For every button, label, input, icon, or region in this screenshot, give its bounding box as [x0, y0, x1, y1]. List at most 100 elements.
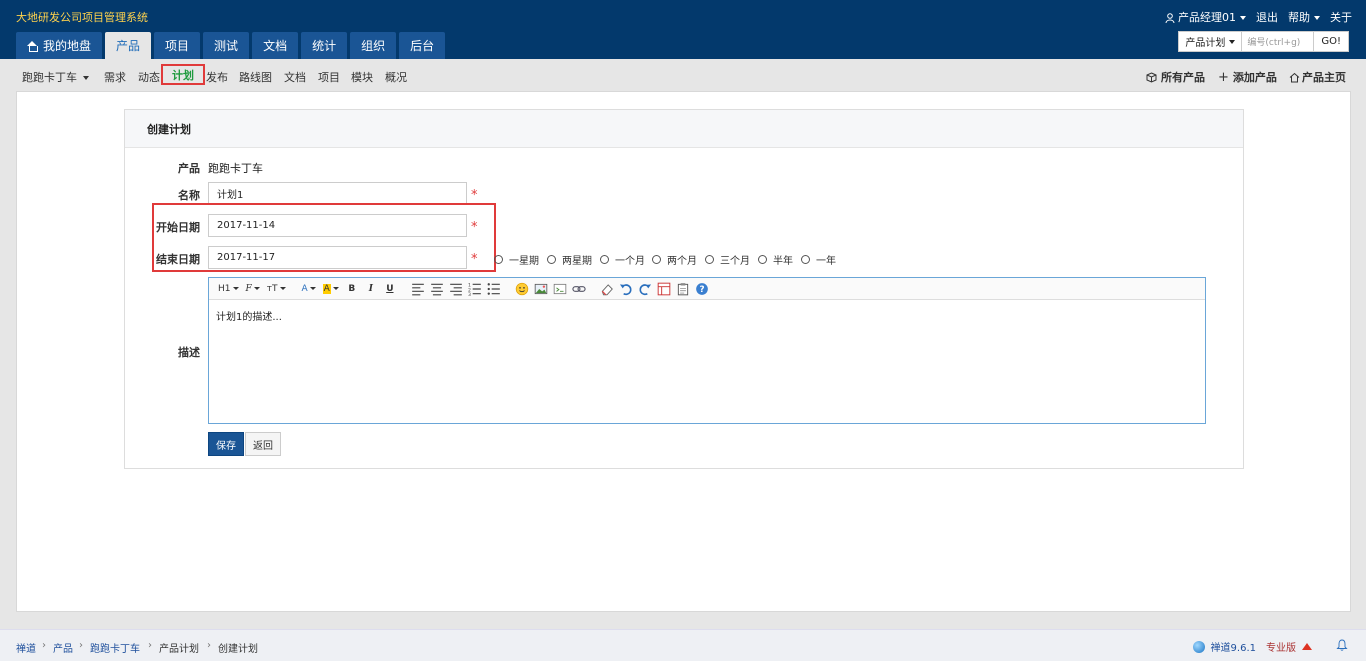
duration-three-months[interactable]: 三个月 — [705, 252, 750, 267]
subnav-release[interactable]: 发布 — [206, 69, 228, 85]
breadcrumb-separator-icon: › — [148, 640, 152, 651]
chevron-down-icon — [332, 287, 339, 290]
tab-doc[interactable]: 文档 — [252, 32, 299, 59]
save-button[interactable]: 保存 — [208, 432, 244, 456]
duration-two-weeks[interactable]: 两星期 — [547, 252, 592, 267]
font-family-label: F — [245, 283, 252, 294]
subnav-roadmap[interactable]: 路线图 — [239, 69, 272, 85]
embed-media-icon[interactable] — [552, 282, 568, 296]
version-text[interactable]: 禅道9.6.1 — [1211, 639, 1256, 654]
all-products-link[interactable]: 所有产品 — [1146, 69, 1205, 85]
duration-label: 两个月 — [667, 256, 697, 267]
italic-button[interactable]: I — [363, 282, 379, 296]
tab-admin[interactable]: 后台 — [399, 32, 446, 59]
tab-label: 我的地盘 — [43, 39, 92, 53]
main-nav: 我的地盘 产品 项目 测试 文档 统计 组织 后台 — [16, 32, 446, 59]
about-link[interactable]: 关于 — [1330, 9, 1352, 25]
undo-icon[interactable] — [618, 282, 634, 296]
eraser-icon[interactable] — [599, 282, 615, 296]
breadcrumb-product-name[interactable]: 跑跑卡丁车 — [90, 640, 140, 655]
radio-circle — [652, 255, 661, 264]
add-product-label: 添加产品 — [1232, 71, 1277, 84]
duration-label: 一个月 — [615, 256, 645, 267]
highlight-color-label: A — [322, 283, 331, 294]
duration-two-months[interactable]: 两个月 — [652, 252, 697, 267]
ordered-list-icon[interactable]: 123 — [467, 282, 483, 296]
duration-label: 两星期 — [562, 256, 592, 267]
breadcrumb-separator-icon: › — [79, 640, 83, 651]
upgrade-arrow-icon[interactable] — [1302, 643, 1312, 650]
highlight-color-button[interactable]: A — [321, 282, 341, 296]
align-left-icon[interactable] — [410, 282, 426, 296]
template-icon[interactable] — [656, 282, 672, 296]
duration-half-year[interactable]: 半年 — [758, 252, 793, 267]
heading-label: H1 — [218, 283, 231, 294]
bold-button[interactable]: B — [344, 282, 360, 296]
product-home-label: 产品主页 — [1302, 71, 1346, 84]
breadcrumb-product[interactable]: 产品 — [53, 640, 73, 655]
help-dropdown[interactable]: 帮助 — [1288, 9, 1320, 25]
home-icon — [1289, 72, 1300, 82]
plus-icon: + — [1218, 69, 1229, 85]
paste-icon[interactable] — [675, 282, 691, 296]
chevron-down-icon — [1240, 16, 1246, 20]
chevron-down-icon — [232, 287, 239, 290]
user-dropdown[interactable]: 产品经理01 — [1165, 9, 1246, 25]
underline-button[interactable]: U — [382, 282, 398, 296]
subnav-plan[interactable]: 计划 — [161, 64, 205, 85]
add-product-link[interactable]: + 添加产品 — [1218, 69, 1277, 85]
redo-icon[interactable] — [637, 282, 653, 296]
product-home-link[interactable]: 产品主页 — [1289, 69, 1346, 85]
help-icon[interactable]: ? — [694, 282, 710, 296]
chevron-down-icon — [279, 287, 286, 290]
radio-circle — [547, 255, 556, 264]
tab-report[interactable]: 统计 — [301, 32, 348, 59]
breadcrumb-home[interactable]: 禅道 — [16, 640, 36, 655]
tab-label: 统计 — [312, 39, 337, 53]
font-family-button[interactable]: F — [244, 282, 262, 296]
product-switcher-label: 跑跑卡丁车 — [22, 71, 77, 84]
subnav-doc[interactable]: 文档 — [284, 69, 306, 85]
image-icon[interactable] — [533, 282, 549, 296]
search-type-select[interactable]: 产品计划 — [1178, 31, 1243, 52]
font-color-button[interactable]: A — [300, 282, 318, 296]
product-switcher[interactable]: 跑跑卡丁车 — [22, 69, 89, 85]
globe-icon — [1192, 640, 1205, 653]
edition-text[interactable]: 专业版 — [1266, 639, 1296, 654]
subnav-view[interactable]: 概况 — [385, 69, 407, 85]
tab-my[interactable]: 我的地盘 — [16, 32, 103, 59]
logout-link[interactable]: 退出 — [1256, 9, 1278, 25]
duration-label: 一年 — [816, 256, 836, 267]
name-field[interactable]: 计划1 — [208, 182, 467, 205]
tab-project[interactable]: 项目 — [154, 32, 201, 59]
subnav-module[interactable]: 模块 — [351, 69, 373, 85]
duration-one-month[interactable]: 一个月 — [600, 252, 645, 267]
tab-company[interactable]: 组织 — [350, 32, 397, 59]
duration-one-year[interactable]: 一年 — [801, 252, 836, 267]
font-size-button[interactable]: тT — [265, 282, 288, 296]
search-input[interactable]: 编号(ctrl+g) — [1242, 31, 1315, 52]
back-button[interactable]: 返回 — [245, 432, 281, 456]
heading-button[interactable]: H1 — [216, 282, 241, 296]
tab-label: 组织 — [361, 39, 386, 53]
editor-content[interactable]: 计划1的描述... — [209, 300, 1205, 331]
emoticon-icon[interactable] — [514, 282, 530, 296]
unordered-list-icon[interactable] — [486, 282, 502, 296]
product-label: 产品 — [178, 162, 200, 175]
svg-text:3: 3 — [468, 292, 471, 296]
duration-one-week[interactable]: 一星期 — [494, 252, 539, 267]
tab-product[interactable]: 产品 — [105, 32, 152, 59]
align-right-icon[interactable] — [448, 282, 464, 296]
version-info: 禅道9.6.1 专业版 — [1192, 639, 1312, 654]
tab-test[interactable]: 测试 — [203, 32, 250, 59]
user-icon — [1165, 13, 1175, 24]
align-center-icon[interactable] — [429, 282, 445, 296]
go-button[interactable]: GO! — [1314, 31, 1349, 52]
link-icon[interactable] — [571, 282, 587, 296]
subnav-project[interactable]: 项目 — [318, 69, 340, 85]
subnav-dynamic[interactable]: 动态 — [138, 69, 160, 85]
description-editor[interactable]: H1 F тT A A B I U 123 ? 计划1的描述... — [208, 277, 1206, 424]
bell-icon[interactable] — [1336, 639, 1348, 651]
font-color-label: A — [301, 283, 308, 294]
subnav-story[interactable]: 需求 — [104, 69, 126, 85]
